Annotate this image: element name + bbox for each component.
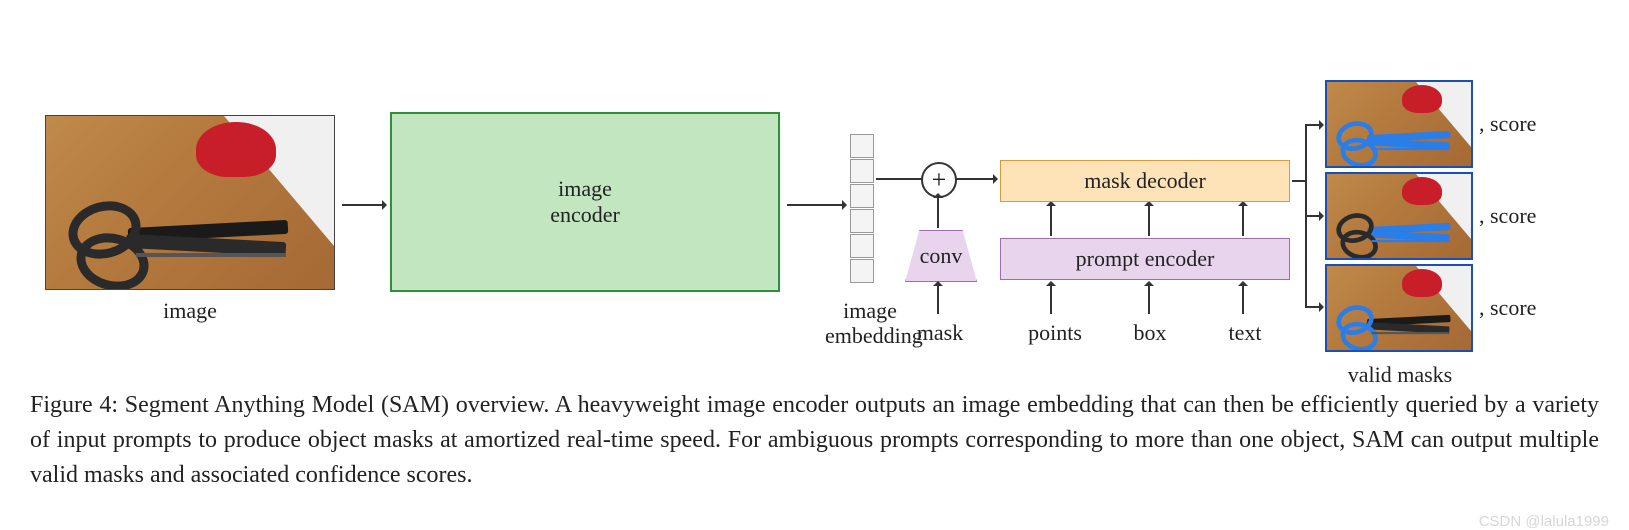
input-image [45, 115, 335, 290]
mask-decoder-label: mask decoder [1084, 168, 1206, 194]
watermark-text: CSDN @lalula1999 [1479, 513, 1609, 530]
prompt-encoder-label: prompt encoder [1076, 246, 1215, 272]
image-embedding-label: image embedding [825, 298, 915, 349]
image-encoder-label: image encoder [550, 176, 620, 228]
points-input-label: points [1020, 320, 1090, 346]
arrow-encoder-to-embedding [787, 204, 842, 206]
input-image-label: image [45, 298, 335, 324]
figure-caption: Figure 4: Segment Anything Model (SAM) o… [30, 388, 1599, 492]
architecture-diagram: image image encoder image embedding + co… [30, 20, 1599, 370]
output-mask-image-3 [1325, 264, 1473, 352]
mask-decoder-block: mask decoder [1000, 160, 1290, 202]
image-encoder-block: image encoder [390, 112, 780, 292]
output-label: valid masks [1325, 362, 1475, 388]
line-out-vert [1305, 124, 1307, 237]
arrow-pe-to-md-2 [1148, 206, 1150, 236]
mask-input-label: mask [905, 320, 975, 346]
line-out-vert-2 [1305, 237, 1307, 307]
arrow-conv-to-plus [937, 198, 939, 228]
arrow-image-to-encoder [342, 204, 382, 206]
conv-label: conv [920, 243, 963, 269]
output-score-label-2: , score [1479, 203, 1536, 229]
output-mask-image-2 [1325, 172, 1473, 260]
output-mask-image-1 [1325, 80, 1473, 168]
arrow-pe-to-md-1 [1050, 206, 1052, 236]
box-input-label: box [1125, 320, 1175, 346]
arrow-points-to-pe [1050, 286, 1052, 314]
conv-block: conv [905, 230, 977, 282]
output-masks-group: , score , score , score [1325, 80, 1595, 356]
output-score-label-3: , score [1479, 295, 1536, 321]
line-embedding-to-plus [876, 178, 922, 180]
image-embedding-stack [850, 134, 874, 284]
output-score-label-1: , score [1479, 111, 1536, 137]
output-row: , score [1325, 264, 1595, 352]
output-row: , score [1325, 172, 1595, 260]
arrow-out-3 [1305, 306, 1319, 308]
arrow-out-2 [1305, 215, 1319, 217]
arrow-box-to-pe [1148, 286, 1150, 314]
line-out-stub [1292, 180, 1306, 182]
arrow-plus-to-decoder [955, 178, 993, 180]
arrow-out-1 [1305, 124, 1319, 126]
text-input-label: text [1220, 320, 1270, 346]
output-row: , score [1325, 80, 1595, 168]
arrow-pe-to-md-3 [1242, 206, 1244, 236]
arrow-mask-to-conv [937, 286, 939, 314]
prompt-encoder-block: prompt encoder [1000, 238, 1290, 280]
arrow-text-to-pe [1242, 286, 1244, 314]
